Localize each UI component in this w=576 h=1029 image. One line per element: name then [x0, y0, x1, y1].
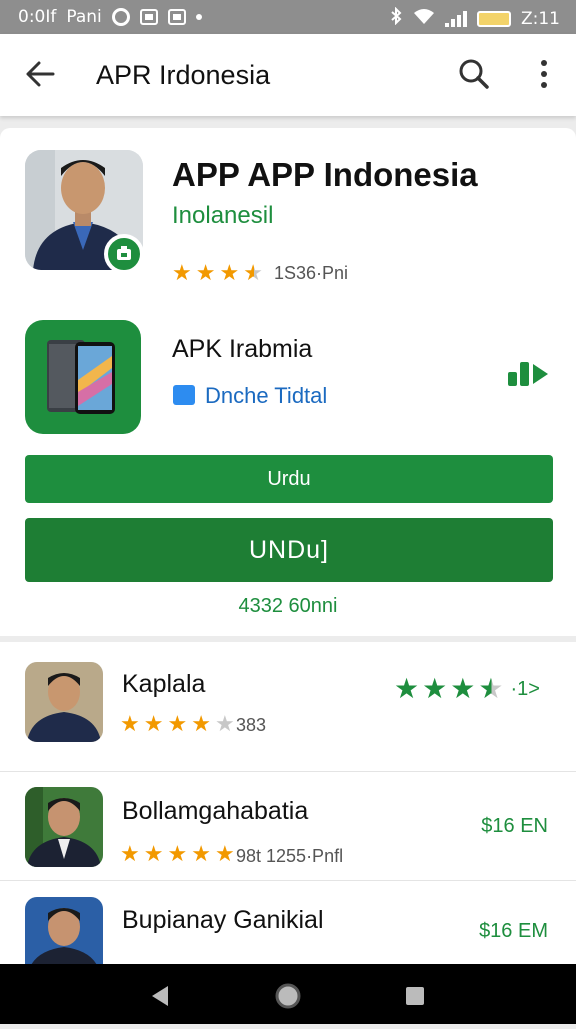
star-icon: ★: [143, 841, 164, 866]
list-item-stars: ★ ★ ★ ★ ★: [120, 843, 235, 865]
list-item-avatar[interactable]: [25, 787, 103, 867]
wifi-icon: [413, 8, 435, 29]
list-item-title[interactable]: Bupianay Ganikial: [122, 906, 324, 935]
rating-stars: ★ ★ ★ ★: [172, 262, 263, 284]
status-clock: Z:11: [520, 8, 560, 29]
star-icon: ★: [394, 673, 420, 704]
status-bar: 0:0If Pani Z:11: [0, 0, 576, 34]
list-divider: [0, 880, 576, 881]
star-icon: ★: [195, 260, 216, 285]
star-half-icon: ★: [478, 673, 504, 704]
app-bar-title: APR Irdonesia: [96, 60, 271, 90]
star-icon: ★: [214, 841, 235, 866]
list-item-title[interactable]: Kaplala: [122, 670, 205, 699]
list-item-avatar[interactable]: [25, 662, 103, 742]
apk-developer-link[interactable]: Dnche Tidtal: [205, 383, 327, 409]
notification-dot-icon: [195, 14, 202, 20]
image-icon: [167, 9, 186, 25]
star-icon: ★: [143, 711, 164, 736]
nav-home-icon[interactable]: [275, 983, 301, 1009]
more-vert-icon[interactable]: [530, 56, 558, 92]
system-nav-bar: [0, 964, 576, 1024]
star-empty-icon: ★: [214, 711, 235, 736]
star-icon: ★: [191, 711, 211, 736]
nav-recents-icon[interactable]: [406, 987, 424, 1005]
developer-icon: [173, 385, 195, 405]
list-item-stars: ★ ★ ★ ★ ★: [120, 713, 235, 735]
app-title: APP APP Indonesia: [172, 156, 478, 193]
star-icon: ★: [120, 711, 140, 736]
download-count: 4332 60nni: [238, 595, 338, 617]
rating-tail: ·1>: [510, 677, 540, 700]
secondary-install-button[interactable]: Urdu: [25, 455, 553, 503]
star-icon: ★: [219, 260, 240, 285]
bluetooth-icon: [389, 6, 403, 30]
list-item-meta: 98t 1255·Pnfl: [236, 846, 344, 866]
verified-badge-icon: [104, 234, 144, 274]
nav-back-icon[interactable]: [152, 986, 168, 1006]
battery-icon: [476, 10, 511, 27]
app-subtitle[interactable]: Inolanesil: [172, 202, 273, 230]
star-icon: ★: [422, 673, 448, 704]
list-item-price: $16 EM: [479, 920, 548, 942]
list-item-meta: 383: [236, 715, 267, 735]
star-icon: ★: [120, 841, 140, 866]
star-icon: ★: [172, 260, 192, 285]
install-button[interactable]: UNDu]: [25, 518, 553, 582]
list-item-avatar[interactable]: [25, 897, 103, 964]
arrow-back-icon[interactable]: [22, 56, 58, 92]
star-icon: ★: [167, 841, 188, 866]
status-time: 0:0If: [18, 7, 57, 27]
signal-icon: [444, 10, 467, 27]
star-icon: ★: [450, 673, 476, 704]
star-icon: ★: [167, 711, 188, 736]
list-item-price: $16 EN: [481, 815, 548, 837]
app-bar: APR Irdonesia: [0, 34, 576, 116]
record-icon: [111, 8, 130, 26]
media-icon: [139, 9, 158, 25]
list-item-rating-large: ★ ★ ★ ★ ·1>: [394, 675, 540, 703]
star-half-icon: ★: [243, 260, 263, 285]
bar-chart-icon[interactable]: [506, 356, 550, 388]
rating-count: 1S36·Pni: [274, 263, 349, 283]
list-item-title[interactable]: Bollamgahabatia: [122, 797, 308, 826]
status-carrier: Pani: [66, 7, 102, 27]
list-divider: [0, 771, 576, 772]
apk-app-icon[interactable]: [25, 320, 141, 434]
apk-title: APK Irabmia: [172, 335, 313, 363]
search-icon[interactable]: [456, 56, 492, 92]
star-icon: ★: [191, 841, 211, 866]
